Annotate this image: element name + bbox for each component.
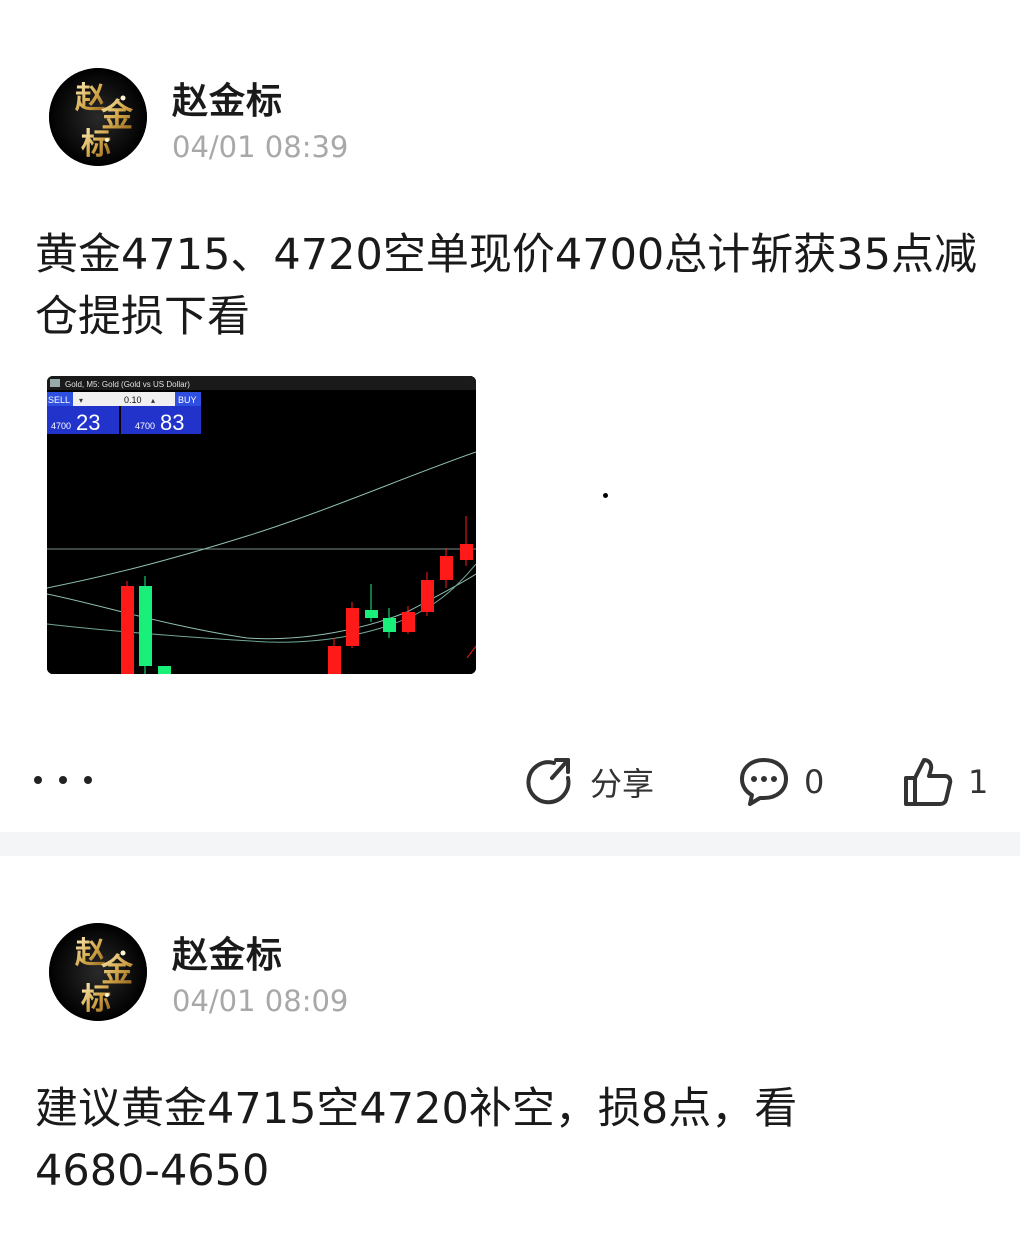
svg-text:标: 标 bbox=[81, 982, 111, 1017]
chart-screenshot-image[interactable]: Gold, M5: Gold (Gold vs US Dollar) SELL … bbox=[47, 376, 476, 674]
share-icon bbox=[526, 758, 571, 805]
share-button[interactable]: 分享 bbox=[524, 752, 654, 812]
lot-size: 0.10 bbox=[124, 395, 142, 405]
avatar-logo-icon: 赵 金 标 bbox=[49, 68, 147, 166]
like-count: 1 bbox=[968, 763, 989, 801]
like-button[interactable]: 1 bbox=[902, 752, 988, 812]
comment-button[interactable]: 0 bbox=[738, 752, 824, 812]
candle bbox=[421, 580, 434, 612]
post-divider bbox=[0, 832, 1020, 856]
comment-icon bbox=[740, 758, 788, 806]
avatar[interactable]: 赵 金 标 bbox=[49, 68, 147, 166]
avatar[interactable]: 赵 金 标 bbox=[49, 923, 147, 1021]
candle bbox=[158, 666, 171, 674]
post-card: 赵 金 标 赵金标 04/01 08:09 建议黄金4715空4720补空，损8… bbox=[0, 856, 1020, 1237]
candle bbox=[121, 586, 134, 674]
candle bbox=[365, 610, 378, 618]
more-icon[interactable] bbox=[32, 770, 94, 790]
candle bbox=[139, 586, 152, 666]
candle bbox=[460, 544, 473, 560]
svg-text:▾: ▾ bbox=[79, 396, 83, 405]
buy-label: BUY bbox=[178, 395, 197, 405]
like-icon bbox=[904, 758, 953, 806]
author-name[interactable]: 赵金标 bbox=[172, 72, 283, 124]
post-content: 黄金4715、4720空单现价4700总计斩获35点减仓提损下看 bbox=[35, 230, 978, 342]
sell-price-big: 23 bbox=[76, 410, 100, 435]
candle bbox=[383, 618, 396, 632]
candle bbox=[346, 608, 359, 646]
candle bbox=[328, 646, 341, 674]
buy-price-prefix: 4700 bbox=[135, 421, 155, 431]
stray-dot bbox=[603, 493, 608, 498]
candlestick-chart: Gold, M5: Gold (Gold vs US Dollar) SELL … bbox=[47, 376, 476, 674]
share-label: 分享 bbox=[590, 765, 655, 803]
post-time: 04/01 08:09 bbox=[172, 984, 349, 1018]
chart-window-title: Gold, M5: Gold (Gold vs US Dollar) bbox=[65, 380, 190, 389]
post-time: 04/01 08:39 bbox=[172, 130, 349, 164]
buy-price-big: 83 bbox=[160, 410, 184, 435]
svg-text:标: 标 bbox=[81, 127, 111, 162]
candle bbox=[402, 612, 415, 632]
sell-price-prefix: 4700 bbox=[51, 421, 71, 431]
candle bbox=[440, 556, 453, 580]
svg-text:▴: ▴ bbox=[151, 396, 155, 405]
sell-label: SELL bbox=[48, 395, 70, 405]
comment-count: 0 bbox=[804, 763, 825, 801]
author-name[interactable]: 赵金标 bbox=[172, 926, 283, 978]
post-content: 建议黄金4715空4720补空，损8点，看4680-4650 bbox=[35, 1084, 798, 1196]
post-actions-bar: 分享 0 1 bbox=[0, 752, 1020, 812]
avatar-logo-icon: 赵 金 标 bbox=[49, 923, 147, 1021]
post-card: 赵 金 标 赵金标 04/01 08:39 黄金4715、4720空单现价470… bbox=[0, 0, 1020, 832]
